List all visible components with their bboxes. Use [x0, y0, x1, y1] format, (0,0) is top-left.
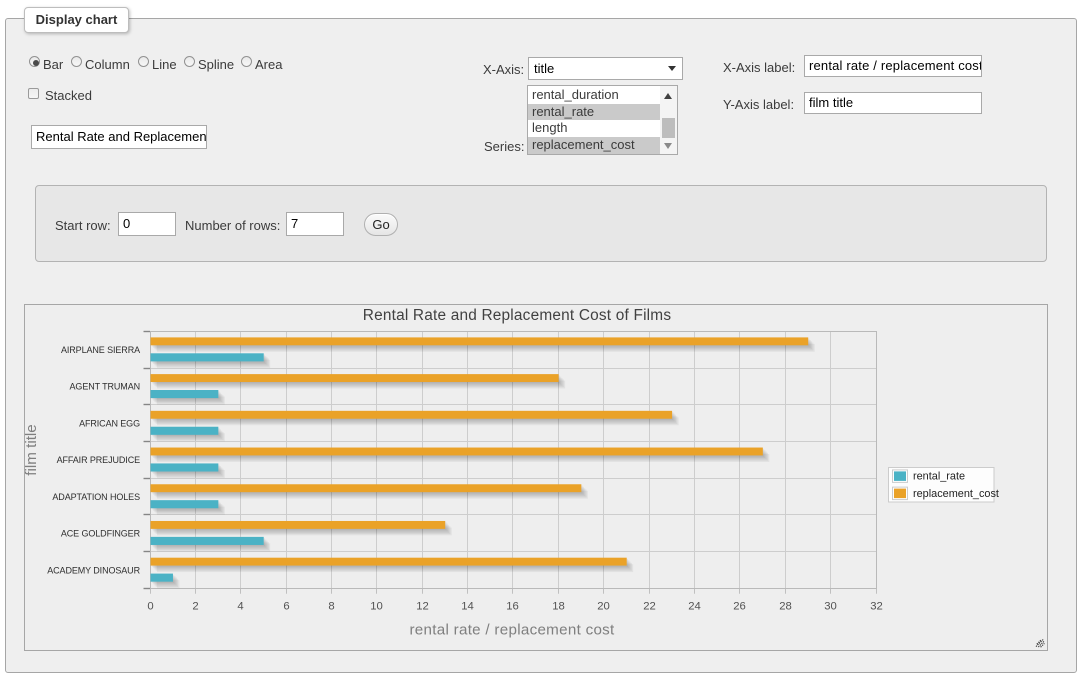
svg-text:rental_rate: rental_rate: [913, 471, 965, 483]
svg-text:4: 4: [237, 600, 243, 612]
svg-text:rental rate / replacement cost: rental rate / replacement cost: [409, 622, 615, 639]
svg-text:12: 12: [416, 600, 429, 612]
svg-text:26: 26: [733, 600, 746, 612]
svg-text:AFFAIR PREJUDICE: AFFAIR PREJUDICE: [57, 455, 141, 465]
svg-text:film title: film title: [24, 424, 40, 475]
svg-text:ADAPTATION HOLES: ADAPTATION HOLES: [52, 492, 140, 502]
svg-text:16: 16: [506, 600, 519, 612]
svg-text:28: 28: [779, 600, 792, 612]
svg-text:ACE GOLDFINGER: ACE GOLDFINGER: [61, 529, 141, 539]
svg-text:10: 10: [370, 600, 383, 612]
svg-text:8: 8: [328, 600, 334, 612]
svg-text:6: 6: [283, 600, 289, 612]
svg-text:replacement_cost: replacement_cost: [913, 488, 999, 500]
svg-text:22: 22: [643, 600, 656, 612]
svg-text:ACADEMY DINOSAUR: ACADEMY DINOSAUR: [47, 565, 140, 575]
svg-text:0: 0: [147, 600, 153, 612]
svg-text:2: 2: [192, 600, 198, 612]
svg-text:AGENT TRUMAN: AGENT TRUMAN: [70, 382, 140, 392]
svg-text:32: 32: [870, 600, 883, 612]
svg-text:24: 24: [688, 600, 701, 612]
svg-text:18: 18: [552, 600, 565, 612]
svg-text:14: 14: [461, 600, 474, 612]
svg-text:Rental Rate and Replacement Co: Rental Rate and Replacement Cost of Film…: [363, 307, 672, 324]
svg-text:30: 30: [824, 600, 837, 612]
svg-text:AIRPLANE SIERRA: AIRPLANE SIERRA: [61, 345, 140, 355]
svg-text:20: 20: [597, 600, 610, 612]
svg-text:AFRICAN EGG: AFRICAN EGG: [79, 418, 140, 428]
